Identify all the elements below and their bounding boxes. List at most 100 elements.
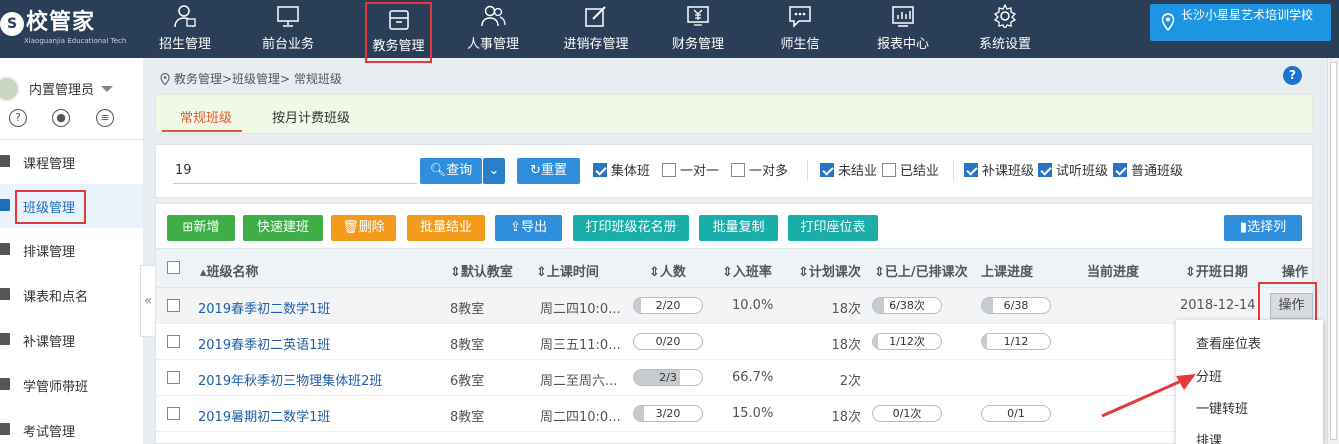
query-button[interactable]: 🔍︎查询	[420, 158, 482, 184]
col-rate[interactable]: ⇕入班率	[722, 261, 772, 280]
class-name-link[interactable]: 2019年秋季初三物理集体班2班	[198, 370, 382, 389]
checkbox[interactable]	[964, 163, 978, 177]
col-plan[interactable]: ⇕计划课次	[798, 261, 861, 280]
scrollbar-thumb[interactable]	[1330, 62, 1337, 440]
row-checkbox[interactable]	[167, 335, 180, 348]
filter-normal-class[interactable]: 普通班级	[1113, 163, 1183, 179]
reset-button[interactable]: ↻重置	[517, 158, 580, 184]
filter-one-to-many[interactable]: 一对多	[731, 163, 788, 179]
print-seat-button[interactable]: 打印座位表	[788, 215, 878, 241]
batch-copy-button[interactable]: 批量复制	[699, 215, 778, 241]
select-columns-button[interactable]: ▮选择列	[1224, 215, 1302, 241]
nav-label: 进销存管理	[563, 37, 629, 52]
menu-item-view-seat[interactable]: 查看座位表	[1196, 333, 1261, 352]
checkbox[interactable]	[1038, 163, 1052, 177]
col-room[interactable]: ⇕默认教室	[450, 261, 513, 280]
sidebar-item-schedule[interactable]: 排课管理	[0, 228, 143, 272]
select-all-checkbox[interactable]	[167, 261, 180, 274]
class-name-link[interactable]: 2019春季初二数学1班	[198, 298, 330, 317]
search-icon: 🔍︎	[429, 163, 447, 178]
col-start-date[interactable]: ⇕开班日期	[1185, 261, 1248, 280]
filter-trial-class[interactable]: 试听班级	[1038, 163, 1108, 179]
filter-graduated[interactable]: 已结业	[882, 163, 939, 179]
people-icon	[481, 5, 506, 27]
sidebar-item-label: 排课管理	[23, 245, 76, 260]
logo-mark-icon: S	[0, 12, 24, 36]
help-icon[interactable]: ?	[9, 109, 27, 127]
filter-one-to-one[interactable]: 一对一	[662, 163, 719, 179]
nav-academic[interactable]: 教务管理	[365, 2, 432, 63]
help-button[interactable]: ?	[1283, 66, 1302, 85]
query-dropdown-button[interactable]: ⌄	[483, 158, 505, 184]
collapse-sidebar-button[interactable]: «	[140, 265, 156, 337]
sidebar-item-exam[interactable]: 考试管理	[0, 408, 143, 444]
progress-fill	[873, 298, 884, 313]
nav-hr[interactable]: 人事管理	[448, 0, 538, 58]
add-button[interactable]: ⊞新增	[167, 215, 235, 241]
checkbox[interactable]	[882, 163, 896, 177]
school-selector[interactable]: 长沙小星星艺术培训学校	[1150, 4, 1331, 41]
sidebar-item-course[interactable]: 课程管理	[0, 140, 143, 184]
nav-inventory[interactable]: 进销存管理	[551, 0, 641, 58]
avatar[interactable]	[0, 76, 20, 102]
makeup-icon	[0, 333, 10, 345]
col-action: 操作	[1282, 265, 1309, 280]
sidebar-item-timetable[interactable]: 课表和点名	[0, 273, 143, 317]
col-done[interactable]: ⇕已上/已排课次	[874, 261, 968, 280]
class-name-link[interactable]: 2019暑期初二数学1班	[198, 406, 330, 425]
col-time[interactable]: ⇕上课时间	[536, 261, 599, 280]
chat-icon[interactable]: ≡	[96, 109, 114, 127]
checkbox[interactable]	[1113, 163, 1127, 177]
filter-makeup-class[interactable]: 补课班级	[964, 163, 1034, 179]
progress-fill	[873, 334, 879, 349]
tab-bar: 常规班级 按月计费班级	[155, 94, 1313, 134]
class-name-link[interactable]: 2019春季初二英语1班	[198, 334, 330, 353]
row-checkbox[interactable]	[167, 299, 180, 312]
row-checkbox[interactable]	[167, 407, 180, 420]
nav-frontdesk[interactable]: 前台业务	[243, 0, 333, 58]
user-name[interactable]: 内置管理员	[29, 79, 94, 98]
filter-label: 未结业	[838, 164, 878, 179]
checkbox[interactable]	[731, 163, 745, 177]
filter-group-class[interactable]: 集体班	[593, 163, 650, 179]
brand-name: 校管家	[26, 10, 96, 35]
room-cell: 8教室	[450, 410, 485, 425]
progress-bar: 1/12	[981, 333, 1051, 350]
batch-graduate-button[interactable]: 批量结业	[407, 215, 485, 241]
menu-item-schedule[interactable]: 排课	[1196, 430, 1222, 444]
col-count[interactable]: ⇕人数	[649, 261, 686, 280]
tab-monthly-class[interactable]: 按月计费班级	[272, 107, 350, 126]
message-icon	[789, 6, 811, 28]
school-name: 长沙小星星艺术培训学校	[1181, 8, 1314, 22]
column-label: 人数	[659, 265, 686, 280]
logo[interactable]: S 校管家 Xiaoguanjia Educational Tech	[0, 8, 126, 50]
column-label: 入班率	[732, 265, 772, 280]
checkbox[interactable]	[593, 163, 607, 177]
done-bar: 6/38次	[872, 297, 942, 314]
bell-icon[interactable]: ●	[52, 109, 70, 127]
nav-reports[interactable]: 报表中心	[858, 0, 948, 58]
quick-create-button[interactable]: 快速建班	[243, 215, 323, 241]
nav-messages[interactable]: 师生信	[755, 0, 845, 58]
scrollbar[interactable]	[1327, 58, 1339, 444]
print-roster-button[interactable]: 打印班级花名册	[573, 215, 689, 241]
delete-button[interactable]: 🗑︎删除	[331, 215, 396, 241]
progress-fill	[634, 298, 641, 313]
time-cell: 周二四10:0...	[540, 302, 621, 317]
tab-regular-class[interactable]: 常规班级	[180, 107, 232, 126]
search-input[interactable]	[173, 158, 417, 184]
chevron-down-icon[interactable]	[101, 86, 113, 92]
sidebar-item-makeup[interactable]: 补课管理	[0, 318, 143, 362]
nav-label: 报表中心	[876, 37, 929, 52]
row-checkbox[interactable]	[167, 371, 180, 384]
nav-finance[interactable]: 财务管理	[653, 0, 743, 58]
checkbox[interactable]	[662, 163, 676, 177]
sidebar-item-tutor[interactable]: 学管师带班	[0, 363, 143, 407]
filter-not-graduated[interactable]: 未结业	[820, 163, 877, 179]
nav-settings[interactable]: 系统设置	[960, 0, 1050, 58]
progress-text: 6/38	[1003, 299, 1029, 312]
col-class-name[interactable]: ▴班级名称	[200, 261, 259, 280]
export-button[interactable]: ⇪导出	[495, 215, 562, 241]
checkbox[interactable]	[820, 163, 834, 177]
nav-recruit[interactable]: 招生管理	[140, 0, 230, 58]
